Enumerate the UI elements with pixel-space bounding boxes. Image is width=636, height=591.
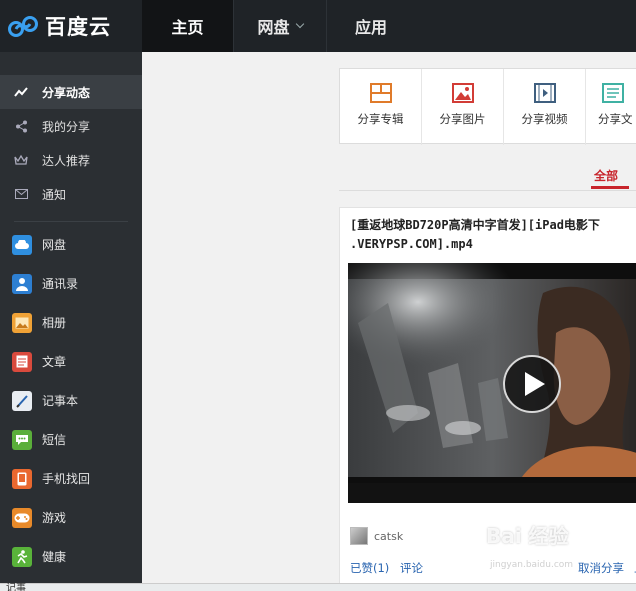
phone-find-icon [12, 468, 32, 489]
sidebar-app-game[interactable]: 游戏 [0, 498, 142, 537]
sidebar-item-label: 达人推荐 [42, 153, 91, 168]
page: 百度云 主页 网盘 应用 分享动态 我的分享 达人推荐 通知 网盘 通讯录 相册… [0, 0, 636, 591]
comment-link[interactable]: 评论 [400, 560, 423, 576]
sidebar-app-label: 游戏 [42, 511, 67, 525]
tab-apps-label: 应用 [354, 18, 387, 37]
main-content: 分享专辑 分享图片 分享视频 分享文 全部 [重返地球BD720P高清中字首发]… [142, 52, 636, 591]
feed-title[interactable]: [重返地球BD720P高清中字首发][iPad电影下 .VERYPSP.COM]… [350, 216, 636, 254]
document-icon [602, 83, 624, 103]
crown-icon [14, 153, 28, 167]
article-icon [12, 351, 32, 372]
share-video-button[interactable]: 分享视频 [504, 69, 586, 145]
share-image-button[interactable]: 分享图片 [422, 69, 504, 145]
sidebar-app-label: 短信 [42, 433, 67, 447]
unshare-link[interactable]: 取消分享 [578, 560, 624, 576]
top-bar: 百度云 主页 网盘 应用 [0, 0, 636, 52]
baidu-cloud-logo[interactable]: 百度云 [0, 0, 142, 52]
sidebar-app-contacts[interactable]: 通讯录 [0, 264, 142, 303]
filter-divider [339, 190, 636, 191]
taskbar-strip [0, 583, 636, 591]
share-document-button[interactable]: 分享文 [586, 69, 636, 145]
sidebar-divider [14, 221, 128, 222]
sidebar-app-label: 健康 [42, 550, 67, 564]
share-album-button[interactable]: 分享专辑 [340, 69, 422, 145]
tab-home[interactable]: 主页 [142, 0, 233, 52]
chevron-down-icon [295, 19, 304, 29]
share-icon [14, 119, 28, 133]
sidebar-app-label: 文章 [42, 355, 67, 369]
sidebar-app-sms[interactable]: 短信 [0, 420, 142, 459]
sidebar-app-article[interactable]: 文章 [0, 342, 142, 381]
sidebar-app-label: 手机找回 [42, 472, 91, 486]
sidebar-app-label: 网盘 [42, 238, 67, 252]
game-icon [12, 507, 32, 528]
video-icon [533, 83, 556, 103]
sidebar-item-my-share[interactable]: 我的分享 [0, 109, 142, 143]
tab-netdisk-label: 网盘 [257, 18, 290, 37]
sidebar-item-label: 通知 [42, 187, 67, 202]
notepad-icon [12, 390, 32, 411]
sidebar-app-netdisk[interactable]: 网盘 [0, 225, 142, 264]
sidebar-item-label: 我的分享 [42, 119, 91, 134]
tab-home-label: 主页 [171, 18, 204, 37]
mail-icon [14, 187, 28, 201]
feed-author[interactable]: catsk [350, 526, 403, 546]
video-player[interactable] [348, 263, 636, 503]
share-toolbar: 分享专辑 分享图片 分享视频 分享文 [339, 68, 636, 145]
tab-netdisk[interactable]: 网盘 [234, 0, 326, 52]
sidebar-app-phone-find[interactable]: 手机找回 [0, 459, 142, 498]
share-video-label: 分享视频 [521, 112, 568, 126]
share-document-label: 分享文 [598, 112, 633, 126]
sidebar: 分享动态 我的分享 达人推荐 通知 网盘 通讯录 相册 文章 记事本 短信 手机… [0, 52, 142, 591]
logo-text: 百度云 [45, 15, 111, 39]
filter-active-underline [591, 186, 629, 189]
play-button[interactable] [503, 355, 561, 413]
like-link[interactable]: 已赞(1) [350, 560, 389, 576]
activity-icon [14, 85, 28, 99]
sidebar-item-notice[interactable]: 通知 [0, 177, 142, 211]
share-image-label: 分享图片 [439, 112, 486, 126]
filter-all-tab[interactable]: 全部 [594, 167, 618, 184]
sidebar-item-activity[interactable]: 分享动态 [0, 75, 142, 109]
sidebar-item-label: 分享动态 [42, 85, 91, 100]
sidebar-app-notepad[interactable]: 记事本 [0, 381, 142, 420]
album-icon [369, 83, 392, 103]
sidebar-app-health[interactable]: 健康 [0, 537, 142, 576]
sidebar-app-label: 记事本 [42, 394, 79, 408]
tab-apps[interactable]: 应用 [327, 0, 415, 52]
sidebar-item-expert[interactable]: 达人推荐 [0, 143, 142, 177]
avatar[interactable] [350, 527, 368, 545]
sms-icon [12, 429, 32, 450]
cloud-icon [12, 234, 32, 255]
image-icon [451, 83, 474, 103]
play-icon [524, 372, 545, 396]
watermark: Bai 经验 [486, 524, 569, 548]
video-frame [348, 263, 636, 483]
contacts-icon [12, 273, 32, 294]
sidebar-app-album[interactable]: 相册 [0, 303, 142, 342]
taskbar-text: 记事 [6, 583, 26, 591]
health-icon [12, 546, 32, 567]
sidebar-app-label: 通讯录 [42, 277, 79, 291]
feed-title-line: .VERYPSP.COM].mp4 [350, 237, 473, 251]
sidebar-app-label: 相册 [42, 316, 67, 330]
watermark-url: jingyan.baidu.com [490, 560, 574, 570]
photo-icon [12, 312, 32, 333]
cloud-logo-icon [8, 16, 38, 37]
share-album-label: 分享专辑 [357, 112, 404, 126]
username[interactable]: catsk [374, 530, 403, 543]
feed-title-line: [重返地球BD720P高清中字首发][iPad电影下 [350, 218, 600, 232]
